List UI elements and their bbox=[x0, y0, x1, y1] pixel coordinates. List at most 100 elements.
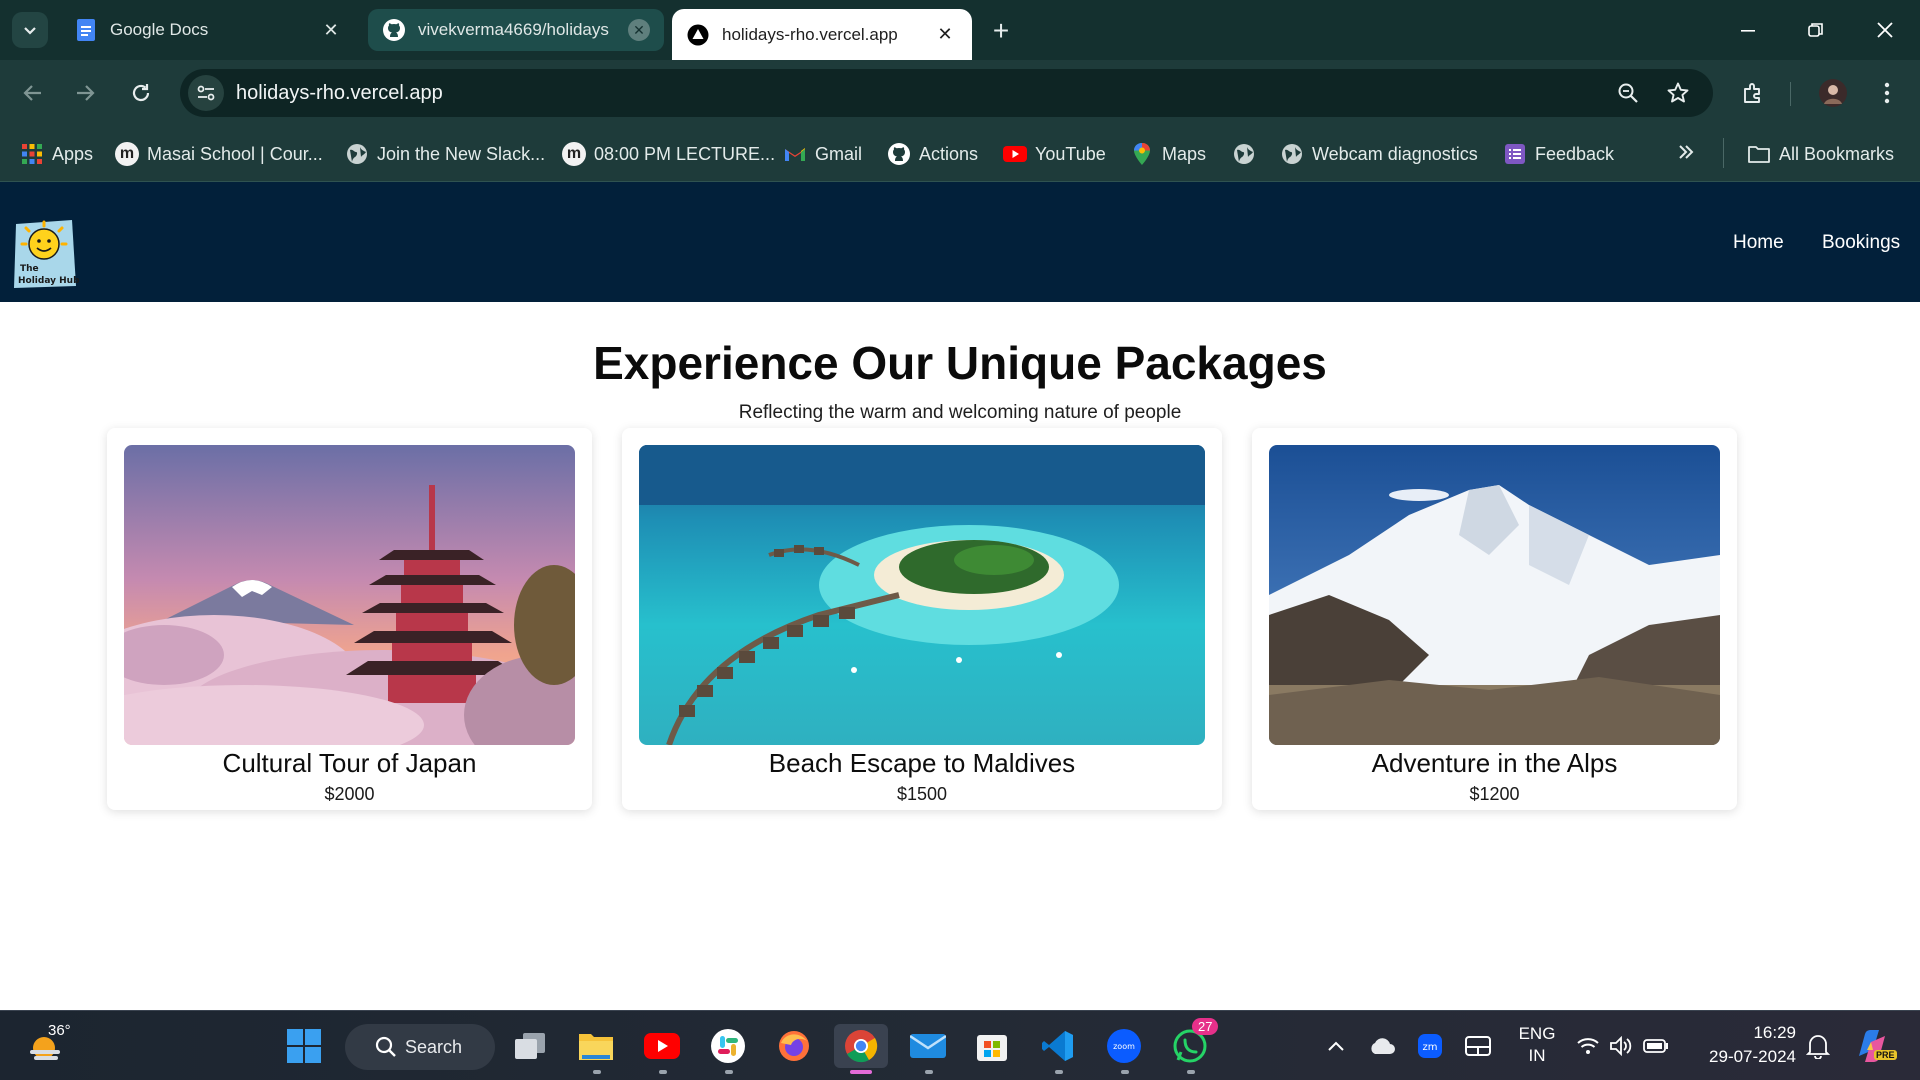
bookmark-label: Gmail bbox=[815, 143, 863, 164]
folder-icon bbox=[1747, 142, 1771, 166]
tab-google-docs[interactable]: Google Docs ✕ bbox=[60, 9, 358, 51]
profile-avatar[interactable] bbox=[1814, 74, 1852, 112]
taskbar-store[interactable] bbox=[970, 1024, 1014, 1068]
taskbar-whatsapp[interactable]: 27 bbox=[1168, 1018, 1219, 1074]
close-icon[interactable]: ✕ bbox=[318, 17, 344, 43]
bookmark-webcam-diagnostics[interactable]: Webcam diagnostics bbox=[1280, 140, 1478, 168]
more-menu-icon[interactable] bbox=[1868, 74, 1906, 112]
bookmark-label: Apps bbox=[52, 143, 94, 164]
chevron-up-icon bbox=[1328, 1041, 1344, 1051]
taskbar-vscode[interactable] bbox=[1036, 1024, 1080, 1074]
plus-icon: + bbox=[992, 15, 1010, 46]
globe-icon bbox=[345, 142, 369, 166]
bookmarks-overflow-button[interactable] bbox=[1677, 140, 1695, 168]
nav-home-link[interactable]: Home bbox=[1733, 232, 1784, 254]
restore-icon bbox=[1808, 23, 1823, 37]
site-header: The Holiday Hub Home Bookings bbox=[0, 182, 1920, 302]
input-language[interactable]: ENG IN bbox=[1512, 1023, 1562, 1067]
close-icon[interactable]: ✕ bbox=[628, 19, 650, 41]
tab-github-holidays[interactable]: vivekverma4669/holidays ✕ bbox=[368, 9, 664, 51]
cloud-icon bbox=[1371, 1038, 1395, 1054]
notifications-button[interactable] bbox=[1796, 1024, 1840, 1068]
close-icon[interactable]: ✕ bbox=[932, 22, 958, 48]
onedrive-button[interactable] bbox=[1360, 1024, 1404, 1068]
clock-time: 16:29 bbox=[1753, 1023, 1796, 1042]
package-card-alps[interactable]: Adventure in the Alps $1200 bbox=[1252, 428, 1737, 810]
reload-icon bbox=[132, 84, 150, 102]
nav-bookings-link[interactable]: Bookings bbox=[1822, 232, 1900, 254]
package-card-japan[interactable]: Cultural Tour of Japan $2000 bbox=[107, 428, 592, 810]
search-label: Search bbox=[405, 1036, 463, 1057]
bookmark-gmail[interactable]: Gmail bbox=[783, 140, 862, 168]
close-window-button[interactable] bbox=[1862, 12, 1908, 48]
quick-settings-button[interactable] bbox=[1568, 1024, 1678, 1068]
svg-text:zm: zm bbox=[1423, 1042, 1438, 1053]
page-subtitle: Reflecting the warm and welcoming nature… bbox=[738, 402, 1182, 423]
minimize-icon bbox=[1741, 30, 1755, 32]
bookmark-maps[interactable]: Maps bbox=[1130, 140, 1206, 168]
show-hidden-icons-button[interactable] bbox=[1314, 1024, 1358, 1068]
bookmark-youtube[interactable]: YouTube bbox=[1003, 140, 1106, 168]
taskbar-chrome[interactable] bbox=[834, 1024, 888, 1074]
address-bar[interactable]: holidays-rho.vercel.app bbox=[180, 69, 1713, 117]
bookmark-feedback[interactable]: Feedback bbox=[1503, 140, 1614, 168]
tablet-icon bbox=[1465, 1036, 1491, 1056]
holiday-hub-logo[interactable]: The Holiday Hub bbox=[10, 214, 80, 292]
start-button[interactable] bbox=[282, 1024, 326, 1068]
github-icon bbox=[382, 18, 406, 42]
mail-icon bbox=[910, 1034, 946, 1058]
url-text[interactable]: holidays-rho.vercel.app bbox=[236, 82, 443, 105]
maldives-island-image bbox=[639, 445, 1205, 745]
running-indicator bbox=[1055, 1070, 1063, 1074]
globe-icon bbox=[1232, 142, 1256, 166]
weather-widget[interactable]: 36° bbox=[24, 1022, 71, 1068]
package-card-maldives[interactable]: Beach Escape to Maldives $1500 bbox=[622, 428, 1222, 810]
bookmark-actions[interactable]: Actions bbox=[887, 140, 978, 168]
all-bookmarks-button[interactable]: All Bookmarks bbox=[1747, 140, 1894, 168]
alps-mountain-image bbox=[1269, 445, 1720, 745]
taskbar-file-explorer[interactable] bbox=[574, 1024, 618, 1074]
arrow-left-icon bbox=[23, 85, 41, 101]
forward-button[interactable] bbox=[66, 74, 104, 112]
bookmark-globe[interactable] bbox=[1232, 140, 1264, 168]
tab-search-button[interactable] bbox=[12, 12, 48, 48]
copilot-badge: PRE bbox=[1874, 1050, 1897, 1060]
apps-grid-icon bbox=[20, 142, 44, 166]
bookmark-lecture[interactable]: m 08:00 PM LECTURE... bbox=[562, 140, 775, 168]
page-title: Experience Our Unique Packages bbox=[593, 337, 1327, 389]
extensions-icon[interactable] bbox=[1734, 74, 1772, 112]
clock[interactable]: 16:29 29-07-2024 bbox=[1700, 1021, 1796, 1069]
maps-icon bbox=[1130, 142, 1154, 166]
new-tab-button[interactable]: + bbox=[984, 14, 1018, 48]
site-info-button[interactable] bbox=[188, 75, 224, 111]
bookmark-label: Join the New Slack... bbox=[377, 143, 546, 164]
running-indicator bbox=[1121, 1070, 1129, 1074]
taskbar-zoom[interactable]: zoom bbox=[1102, 1024, 1146, 1074]
tab-holidays-vercel[interactable]: holidays-rho.vercel.app ✕ bbox=[672, 9, 972, 60]
bookmark-apps[interactable]: Apps bbox=[20, 140, 93, 168]
taskbar-firefox[interactable] bbox=[772, 1024, 816, 1068]
copilot-button[interactable]: PRE bbox=[1850, 1024, 1897, 1068]
reload-button[interactable] bbox=[122, 74, 160, 112]
running-indicator bbox=[659, 1070, 667, 1074]
minimize-button[interactable] bbox=[1725, 12, 1771, 48]
restore-button[interactable] bbox=[1793, 12, 1839, 48]
back-button[interactable] bbox=[14, 74, 52, 112]
bookmarks-divider bbox=[1723, 138, 1724, 168]
bookmark-star-icon[interactable] bbox=[1664, 79, 1692, 107]
zoom-icon[interactable] bbox=[1614, 79, 1642, 107]
task-view-button[interactable] bbox=[508, 1024, 552, 1068]
youtube-icon bbox=[644, 1033, 680, 1059]
running-indicator bbox=[925, 1070, 933, 1074]
taskbar-youtube[interactable] bbox=[640, 1024, 684, 1074]
bookmark-label: Masai School | Cour... bbox=[147, 143, 323, 164]
taskbar-search[interactable]: Search bbox=[345, 1024, 495, 1070]
taskbar-slack[interactable] bbox=[706, 1024, 750, 1074]
running-indicator bbox=[725, 1070, 733, 1074]
bookmark-label: Actions bbox=[919, 143, 979, 164]
taskbar-mail[interactable] bbox=[906, 1024, 950, 1074]
bookmark-join-slack[interactable]: Join the New Slack... bbox=[345, 140, 545, 168]
zoom-tray-button[interactable]: zm bbox=[1408, 1024, 1452, 1068]
bookmark-masai-school[interactable]: m Masai School | Cour... bbox=[115, 140, 323, 168]
touch-keyboard-button[interactable] bbox=[1456, 1024, 1500, 1068]
